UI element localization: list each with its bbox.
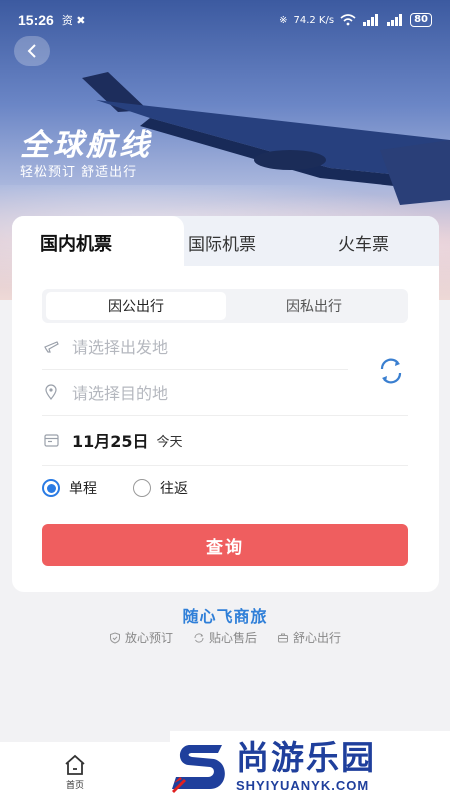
notification-icons: 资 ✖ — [61, 14, 86, 27]
personal-trip-option[interactable]: 因私出行 — [224, 292, 404, 320]
watermark-logo-icon — [172, 744, 225, 793]
hero-title: 全球航线 — [20, 128, 152, 163]
destination-placeholder: 请选择目的地 — [72, 384, 169, 403]
one-way-radio[interactable] — [42, 479, 60, 497]
query-button[interactable]: 查询 — [42, 524, 408, 566]
status-right-group: ※ 74.2 K/s 80 — [279, 13, 432, 27]
date-field[interactable]: 11月25日 今天 — [42, 417, 183, 463]
refresh-icon — [194, 632, 204, 643]
trip-type-radios: 单程 往返 — [42, 478, 188, 498]
home-icon — [65, 754, 85, 775]
feature-item: 放心预订 — [109, 629, 173, 646]
booking-card: 国内机票 国际机票 火车票 因公出行 因私出行 请选择出发地 请选择目的地 11… — [12, 216, 439, 592]
ticket-tabs: 国内机票 国际机票 火车票 — [12, 216, 439, 268]
feature-label: 贴心售后 — [208, 631, 257, 645]
watermark-text: 尚游乐园 SHYIYUANYK.COM — [236, 738, 376, 793]
location-pin-icon — [42, 384, 60, 400]
date-today-label: 今天 — [156, 434, 183, 450]
one-way-label: 单程 — [69, 481, 97, 497]
departure-placeholder: 请选择出发地 — [72, 338, 169, 357]
feature-label: 放心预订 — [124, 631, 173, 645]
airplane-icon — [42, 338, 60, 354]
back-button[interactable] — [14, 36, 50, 66]
swap-icon[interactable] — [376, 356, 406, 386]
nav-home-label: 首页 — [65, 781, 84, 791]
nav-home[interactable]: 首页 — [58, 754, 92, 791]
selected-date: 11月25日 — [72, 432, 149, 451]
watermark: 尚游乐园 SHYIYUANYK.COM — [170, 731, 450, 800]
feature-item: 舒心出行 — [277, 629, 341, 646]
battery-indicator: 80 — [410, 13, 432, 27]
feature-label: 舒心出行 — [293, 631, 342, 645]
bluetooth-icon: ※ — [279, 14, 288, 26]
feature-item: 贴心售后 — [193, 629, 257, 646]
departure-field[interactable]: 请选择出发地 — [42, 323, 168, 369]
status-time: 15:26 — [18, 12, 54, 28]
watermark-url: SHYIYUANYK.COM — [236, 778, 370, 793]
tab-domestic-flights[interactable]: 国内机票 — [40, 230, 112, 256]
round-trip-label: 往返 — [160, 481, 188, 497]
shield-icon — [109, 631, 120, 644]
trip-purpose-segment: 因公出行 因私出行 — [42, 289, 408, 323]
tab-train-tickets[interactable]: 火车票 — [338, 230, 389, 255]
hero-subtitle: 轻松预订 舒适出行 — [20, 165, 138, 180]
calendar-icon — [42, 433, 60, 447]
tab-international-flights[interactable]: 国际机票 — [188, 230, 256, 255]
network-speed: 74.2 K/s — [293, 14, 335, 26]
divider — [42, 465, 408, 466]
divider — [42, 415, 408, 416]
round-trip-radio[interactable] — [133, 479, 151, 497]
chevron-left-icon — [27, 44, 36, 58]
brand-name: 随心飞商旅 — [182, 607, 268, 626]
signal-icon-2 — [387, 14, 403, 26]
wifi-icon — [340, 14, 356, 26]
feature-list: 放心预订 贴心售后 舒心出行 — [0, 629, 450, 646]
destination-field[interactable]: 请选择目的地 — [42, 369, 168, 415]
watermark-chinese: 尚游乐园 — [236, 738, 376, 777]
signal-icon — [363, 14, 379, 26]
suitcase-icon — [278, 633, 288, 642]
business-trip-option[interactable]: 因公出行 — [46, 292, 226, 320]
status-bar: 15:26 资 ✖ ※ 74.2 K/s 80 — [0, 0, 450, 40]
